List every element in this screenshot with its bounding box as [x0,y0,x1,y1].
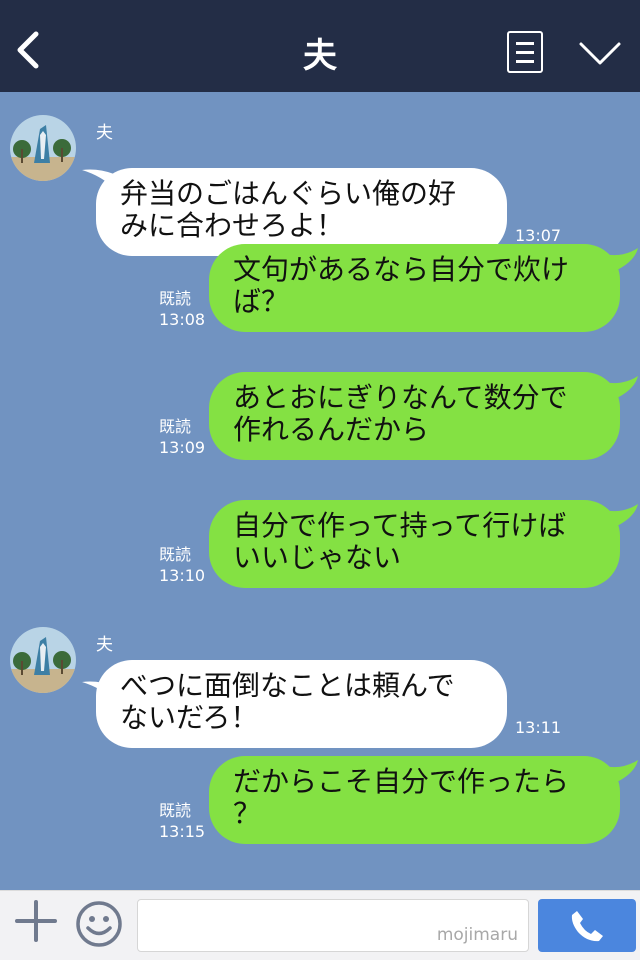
watermark-text: mojimaru [436,925,518,945]
avatar[interactable] [10,627,76,693]
avatar[interactable] [10,115,76,181]
bubble-tail [604,248,638,274]
message-line: ば？ [233,285,290,318]
message-status: 既読 13:09 [159,416,205,458]
bubble-tail [604,504,638,530]
message-status: 既読 13:10 [159,544,205,586]
message-time: 13:10 [159,566,206,585]
phone-icon [571,911,603,942]
plus-icon[interactable] [14,899,58,943]
message-row: 文句があるなら自分で炊け ば？ 既読 13:08 [0,242,640,334]
message-line: 弁当のごはんぐらい俺の好 [120,177,457,210]
sender-name: 夫 [96,635,113,655]
message-bubble[interactable]: べつに面倒なことは頼んで ないだろ！ [96,660,507,748]
message-time: 13:11 [515,718,562,737]
message-bubble[interactable]: 自分で作って持って行けば いいじゃない [209,500,620,588]
message-row: あとおにぎりなんて数分で 作れるんだから 既読 13:09 [0,370,640,462]
read-receipt: 既読 [159,289,192,308]
smiley-icon[interactable] [74,899,124,949]
message-input[interactable]: mojimaru [137,899,529,952]
message-row: 夫 弁当のごはんぐらい俺の好 みに合わせろよ！ 13:07 [0,112,640,256]
chat-title: 夫 [303,36,337,76]
message-time: 13:08 [159,310,206,329]
message-list[interactable]: 夫 弁当のごはんぐらい俺の好 みに合わせろよ！ 13:07 文句があるなら自分で… [0,92,640,890]
message-line: べつに面倒なことは頼んで [120,669,455,702]
message-time: 13:15 [159,822,206,841]
message-time: 13:09 [159,438,206,457]
message-row: だからこそ自分で作ったら ？ 既読 13:15 [0,754,640,846]
message-bubble[interactable]: あとおにぎりなんて数分で 作れるんだから [209,372,620,460]
message-composer: mojimaru [0,890,640,960]
sender-name: 夫 [96,123,113,143]
read-receipt: 既読 [159,545,192,564]
message-row: 自分で作って持って行けば いいじゃない 既読 13:10 [0,498,640,590]
message-row: 夫 べつに面倒なことは頼んで ないだろ！ 13:11 [0,624,640,754]
chevron-down-icon[interactable] [578,40,622,68]
message-line: いいじゃない [233,541,402,574]
message-bubble[interactable]: だからこそ自分で作ったら ？ [209,756,620,844]
list-menu-icon[interactable] [507,31,543,73]
message-line: みに合わせろよ！ [120,209,345,242]
read-receipt: 既読 [159,801,192,820]
message-status: 既読 13:08 [159,288,205,330]
message-line: だからこそ自分で作ったら [233,765,570,798]
message-line: あとおにぎりなんて数分で [233,381,568,414]
message-line: ないだろ！ [120,701,259,734]
message-line: 文句があるなら自分で炊け [233,253,570,286]
read-receipt: 既読 [159,417,192,436]
bubble-tail [604,376,638,402]
chat-header: 夫 [0,0,640,92]
send-button[interactable] [538,899,636,952]
message-line: 自分で作って持って行けば [233,509,567,542]
message-status: 既読 13:15 [159,800,205,842]
bubble-tail [604,760,638,786]
message-line: 作れるんだから [233,413,430,446]
message-line: ？ [233,797,262,830]
message-bubble[interactable]: 文句があるなら自分で炊け ば？ [209,244,620,332]
